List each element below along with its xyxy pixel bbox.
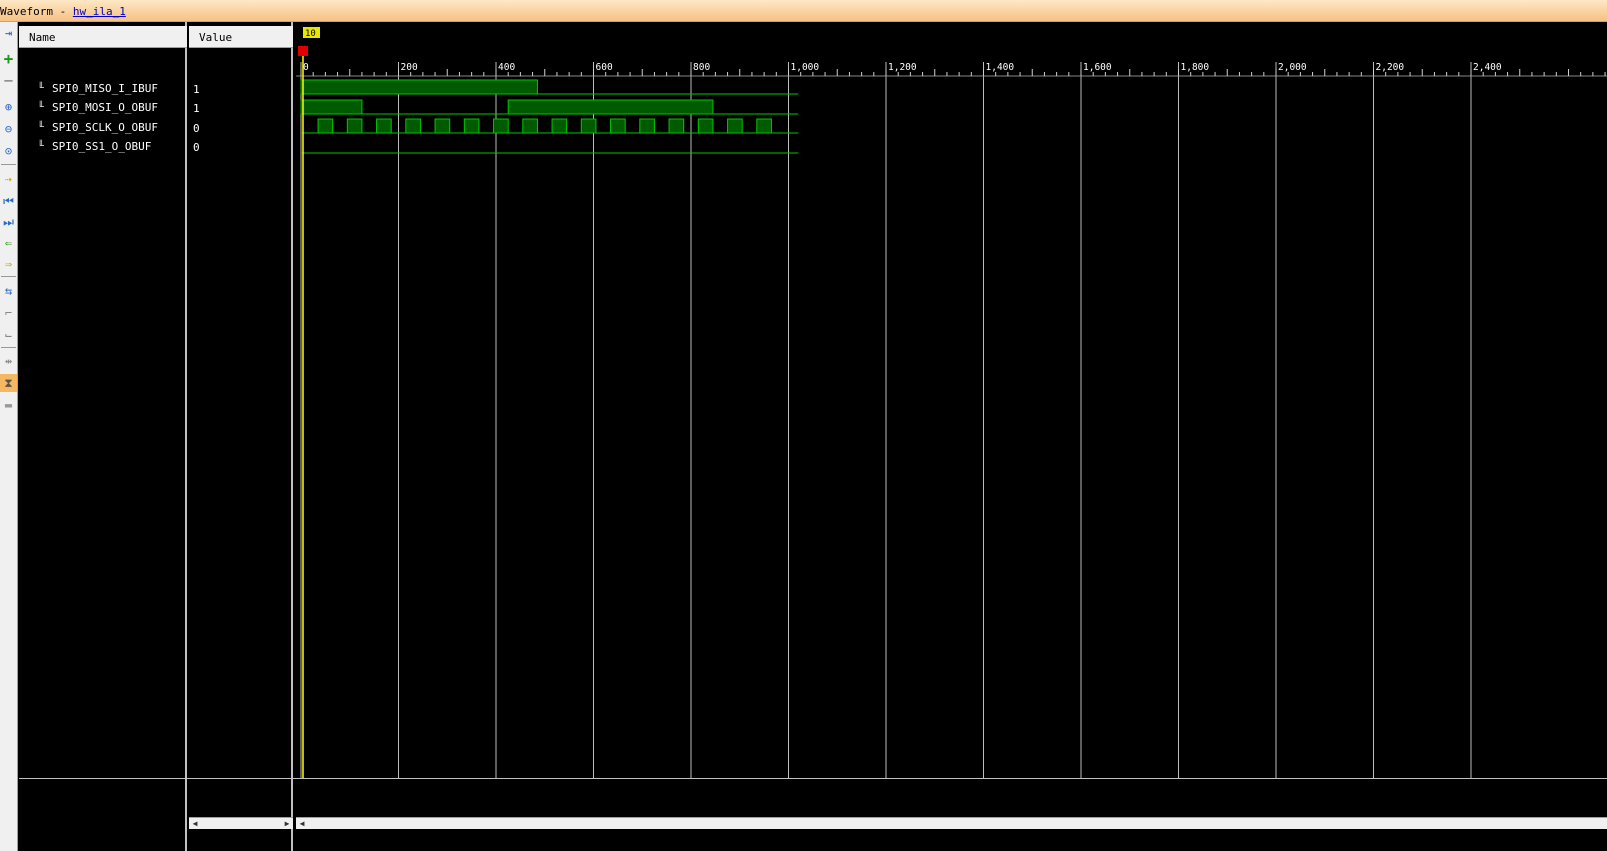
signal-row[interactable]: ╙ SPI0_MISO_I_IBUF: [38, 79, 158, 99]
sclk-pulse: [493, 118, 509, 134]
next-transition-icon[interactable]: ⏭: [0, 213, 17, 231]
expand-icon[interactable]: ⇥: [0, 24, 17, 42]
ruler-label: 600: [596, 62, 613, 73]
signal-value: 1: [193, 102, 200, 115]
ruler-label: 1,000: [791, 62, 820, 73]
trigger-marker[interactable]: [298, 46, 308, 56]
waveform-toolbar: ⇥ + − ⊕ ⊖ ⊙ ⇢ ⏮ ⏭ ⇐ ⇒ ⇆ ⌐ ⌙ ⇹ ⧗ ▬: [0, 22, 18, 851]
more-icon[interactable]: ▬: [0, 396, 17, 414]
time-grid: [300, 62, 1472, 778]
time-ruler: 0 200 400 600 800 1,000 1,200 1,400 1,600 1,800 2,…: [296, 62, 1607, 77]
sclk-pulse: [463, 118, 480, 134]
ruler-label: 400: [498, 62, 515, 73]
mosi-high: [300, 99, 363, 115]
waveforms: [300, 79, 799, 154]
zoom-out-icon[interactable]: ⊖: [0, 120, 17, 138]
sclk-pulse: [434, 118, 451, 134]
signal-icon: ╙: [38, 122, 45, 133]
sclk-pulse: [317, 118, 334, 134]
signal-row[interactable]: ╙ SPI0_MOSI_O_OBUF: [38, 98, 158, 118]
scroll-right-icon[interactable]: ▶: [281, 818, 293, 830]
zoom-fit-icon[interactable]: ⊙: [0, 142, 17, 160]
signal-row[interactable]: ╙ SPI0_SS1_O_OBUF: [38, 137, 151, 157]
signal-icon: ╙: [38, 83, 45, 94]
value-column-header[interactable]: Value: [189, 26, 293, 48]
signal-value-panel: [189, 22, 293, 851]
scroll-left-icon[interactable]: ◀: [189, 818, 201, 830]
sclk-pulse: [405, 118, 421, 134]
signal-name: SPI0_MISO_I_IBUF: [52, 82, 158, 95]
waveform-scrollbar[interactable]: ◀: [296, 817, 1607, 829]
sclk-pulse: [346, 118, 363, 134]
sclk-pulse: [639, 118, 655, 134]
settings-icon[interactable]: ⧗: [0, 374, 17, 392]
hw-ila-link[interactable]: hw_ila_1: [73, 5, 126, 18]
miso-high: [300, 79, 538, 95]
mosi-high: [507, 99, 714, 115]
signal-value: 0: [193, 122, 200, 135]
snap-icon[interactable]: ⌐: [0, 304, 17, 322]
go-to-cursor-icon[interactable]: ⇢: [0, 170, 17, 188]
sclk-pulse: [376, 118, 392, 134]
signal-name: SPI0_MOSI_O_OBUF: [52, 101, 158, 114]
cursor-label: 10: [305, 29, 316, 39]
sclk-pulse: [697, 118, 714, 134]
ruler-label: 0: [303, 62, 309, 73]
ruler-label: 1,400: [986, 62, 1015, 73]
signal-name: SPI0_SS1_O_OBUF: [52, 140, 152, 153]
window-title-bar: Waveform - hw_ila_1: [0, 0, 1607, 22]
ruler-label: 1,800: [1181, 62, 1210, 73]
waveform-canvas[interactable]: 0 200 400 600 800 1,000 1,200 1,400 1,600 1,800 2,…: [296, 22, 1607, 778]
ruler-label: 2,400: [1473, 62, 1502, 73]
add-marker-icon[interactable]: ⇐: [0, 234, 17, 252]
swap-cursors-icon[interactable]: ⇆: [0, 282, 17, 300]
sclk-pulse: [522, 118, 538, 134]
sclk-pulse: [551, 118, 568, 134]
name-column-header[interactable]: Name: [19, 26, 187, 48]
signal-value: 0: [193, 141, 200, 154]
ruler-label: 800: [693, 62, 710, 73]
sclk-pulse: [756, 118, 772, 134]
panel-divider: [19, 778, 1607, 779]
toolbar-separator: [1, 164, 16, 165]
sclk-pulse: [580, 118, 597, 134]
ruler-label: 2,000: [1278, 62, 1307, 73]
add-icon[interactable]: +: [0, 50, 17, 68]
ruler-label: 1,600: [1083, 62, 1112, 73]
value-scrollbar[interactable]: ◀ ▶: [189, 817, 293, 829]
signal-icon: ╙: [38, 102, 45, 113]
signal-icon: ╙: [38, 141, 45, 152]
prev-transition-icon[interactable]: ⏮: [0, 192, 17, 210]
remove-icon[interactable]: −: [0, 72, 17, 90]
floating-ruler-icon[interactable]: ⌙: [0, 326, 17, 344]
signal-row[interactable]: ╙ SPI0_SCLK_O_OBUF: [38, 118, 158, 138]
toolbar-separator: [1, 347, 16, 348]
sclk-pulse: [668, 118, 685, 134]
toolbar-separator: [1, 276, 16, 277]
ruler-label: 200: [401, 62, 418, 73]
prev-marker-icon[interactable]: ⇒: [0, 255, 17, 273]
scroll-left-icon[interactable]: ◀: [296, 818, 308, 830]
window-title: Waveform -: [0, 5, 73, 18]
sclk-pulse: [727, 118, 743, 134]
link-icon[interactable]: ⇹: [0, 352, 17, 370]
ruler-label: 2,200: [1376, 62, 1405, 73]
zoom-in-icon[interactable]: ⊕: [0, 98, 17, 116]
ruler-label: 1,200: [888, 62, 917, 73]
signal-name: SPI0_SCLK_O_OBUF: [52, 121, 158, 134]
sclk-pulse: [610, 118, 626, 134]
signal-value: 1: [193, 83, 200, 96]
